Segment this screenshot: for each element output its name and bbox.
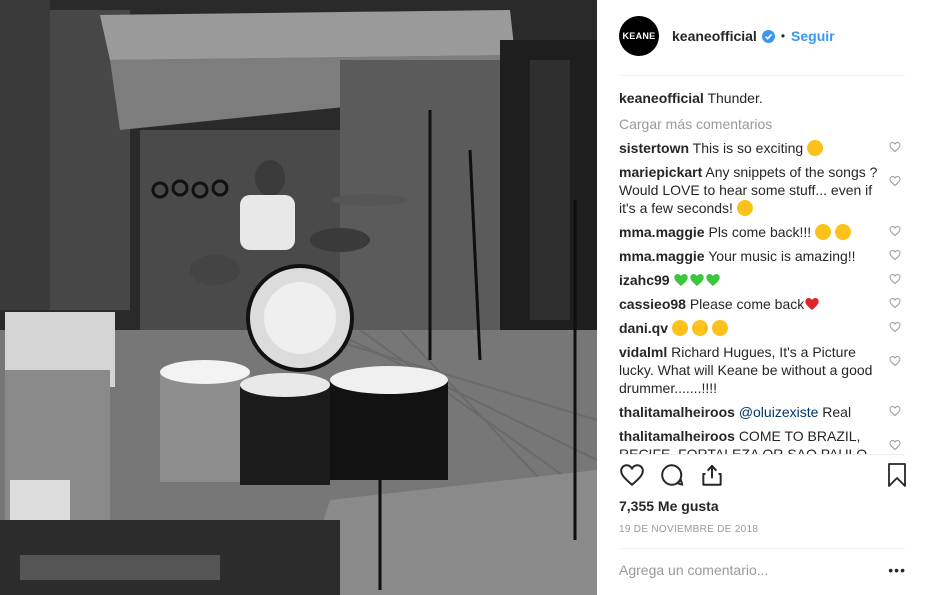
share-icon[interactable]: [699, 462, 725, 491]
caption-text: Thunder.: [707, 90, 763, 106]
comment-text: Your music is amazing!!: [708, 248, 856, 264]
comment-username[interactable]: mma.maggie: [619, 224, 705, 240]
separator-dot: •: [780, 29, 786, 43]
green-heart-emoji-icon: [706, 274, 721, 286]
comment-mention-link[interactable]: @oluizexiste: [739, 404, 819, 420]
heart-outline-icon[interactable]: [889, 321, 903, 335]
heart-outline-icon[interactable]: [889, 405, 903, 419]
heart-outline-icon[interactable]: [889, 175, 903, 189]
add-comment-input[interactable]: Agrega un comentario...: [619, 562, 768, 578]
drum-kit-photo: [0, 0, 597, 595]
comment-item: dani.qv: [619, 319, 909, 337]
comment-username[interactable]: sistertown: [619, 140, 689, 156]
post-caption: keaneofficial Thunder.: [619, 89, 909, 107]
header-username[interactable]: keaneofficial: [672, 28, 757, 44]
comment-username[interactable]: izahc99: [619, 272, 670, 288]
heart-outline-icon[interactable]: [889, 141, 903, 155]
avatar[interactable]: KEANE: [619, 16, 659, 56]
comment-username[interactable]: mma.maggie: [619, 248, 705, 264]
comment-box-divider: [619, 548, 905, 549]
load-more-comments-button[interactable]: Cargar más comentarios: [619, 115, 909, 133]
comment-username[interactable]: mariepickart: [619, 164, 702, 180]
comment-item: vidalml Richard Hugues, It's a Picture l…: [619, 343, 909, 397]
pleading-emoji-icon: [815, 224, 832, 240]
actions-divider: [619, 454, 905, 455]
heart-outline-icon[interactable]: [889, 297, 903, 311]
heart-outline-icon[interactable]: [889, 249, 903, 263]
like-heart-icon[interactable]: [619, 462, 645, 491]
rock-hand-emoji-icon: [807, 140, 824, 156]
green-heart-emoji-icon: [674, 274, 689, 286]
comment-item: mma.maggie Your music is amazing!!: [619, 247, 909, 265]
comment-username[interactable]: cassieo98: [619, 296, 686, 312]
heart-outline-icon[interactable]: [889, 225, 903, 239]
green-heart-emoji-icon: [690, 274, 705, 286]
crying-emoji-icon: [834, 224, 851, 240]
post-photo[interactable]: [0, 0, 597, 595]
post-header: KEANE keaneofficial • Seguir: [619, 16, 905, 56]
heart-outline-icon[interactable]: [889, 273, 903, 287]
red-heart-emoji-icon: [805, 298, 819, 310]
comment-item: mariepickart Any snippets of the songs ?…: [619, 163, 909, 217]
comment-username[interactable]: thalitamalheiroos: [619, 428, 735, 444]
heart-eyes-emoji-icon: [691, 320, 708, 336]
comment-username[interactable]: thalitamalheiroos: [619, 404, 735, 420]
comment-item: sistertown This is so exciting: [619, 139, 909, 157]
comment-username[interactable]: dani.qv: [619, 320, 668, 336]
post-actions: [619, 462, 909, 492]
comment-text: Real: [822, 404, 852, 420]
comment-item: izahc99: [619, 271, 909, 289]
comment-username[interactable]: vidalml: [619, 344, 667, 360]
post-date: 19 DE NOVIEMBRE DE 2018: [619, 524, 759, 535]
verified-badge-icon: [761, 29, 775, 43]
heart-eyes-emoji-icon: [711, 320, 728, 336]
caption-username[interactable]: keaneofficial: [619, 90, 704, 106]
header-divider: [619, 75, 905, 76]
comment-text: This is so exciting: [692, 140, 804, 156]
comment-item: cassieo98 Please come back: [619, 295, 909, 313]
heart-outline-icon[interactable]: [889, 355, 903, 369]
heart-eyes-emoji-icon: [671, 320, 688, 336]
comment-bubble-icon[interactable]: [659, 462, 685, 491]
comment-text: Pls come back!!!: [708, 224, 812, 240]
comment-item: mma.maggie Pls come back!!!: [619, 223, 909, 241]
more-options-button[interactable]: •••: [888, 562, 906, 578]
comment-text: Please come back: [689, 296, 805, 312]
likes-count[interactable]: 7,355 Me gusta: [619, 498, 719, 514]
heart-outline-icon[interactable]: [889, 439, 903, 453]
follow-button[interactable]: Seguir: [791, 28, 835, 44]
post-side-panel: KEANE keaneofficial • Seguir keaneoffici…: [597, 0, 928, 595]
comment-item: thalitamalheiroos @oluizexiste Real: [619, 403, 909, 421]
comments-list[interactable]: keaneofficial Thunder. Cargar más coment…: [619, 86, 909, 454]
heart-eyes-emoji-icon: [736, 200, 753, 216]
comment-item: thalitamalheiroos COME TO BRAZIL, RECIFE…: [619, 427, 909, 454]
bookmark-icon[interactable]: [885, 462, 909, 491]
